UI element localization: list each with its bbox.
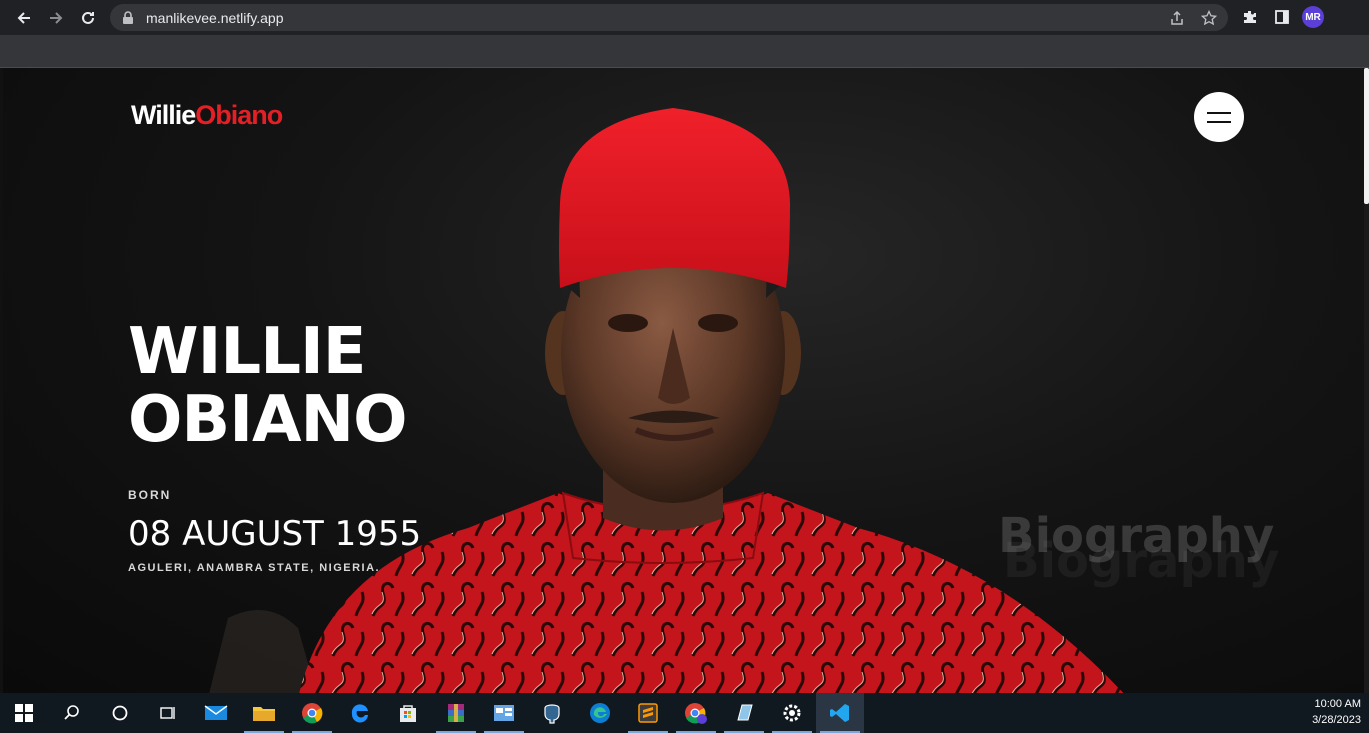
winrar-icon[interactable] [432, 693, 480, 733]
section-watermark: Biography [998, 508, 1275, 564]
file-explorer-icon[interactable] [240, 693, 288, 733]
edge-legacy-icon[interactable] [336, 693, 384, 733]
search-icon[interactable] [48, 693, 96, 733]
forward-icon[interactable] [40, 2, 72, 34]
extensions-icon[interactable] [1238, 2, 1262, 32]
hero-title: WILLIE OBIANO [128, 318, 407, 454]
system-clock[interactable]: 10:00 AM 3/28/2023 [1312, 696, 1361, 728]
lock-icon[interactable] [122, 10, 138, 26]
reload-icon[interactable] [72, 2, 104, 34]
address-bar[interactable]: manlikevee.netlify.app [110, 4, 1228, 31]
clock-time: 10:00 AM [1314, 698, 1361, 710]
edge-icon[interactable] [576, 693, 624, 733]
born-place: AGULERI, ANAMBRA STATE, NIGERIA. [128, 562, 381, 574]
born-label: BORN [128, 488, 172, 502]
notepad-icon[interactable] [720, 693, 768, 733]
side-panel-icon[interactable] [1270, 2, 1294, 32]
menu-icon-line [1207, 111, 1231, 114]
page-scrollbar[interactable] [1364, 68, 1369, 693]
mail-icon[interactable] [192, 693, 240, 733]
windows-start-icon[interactable] [0, 693, 48, 733]
hero-title-line1: WILLIE [128, 315, 366, 389]
menu-icon-line [1207, 120, 1231, 123]
store-icon[interactable] [384, 693, 432, 733]
clock-date: 3/28/2023 [1312, 714, 1361, 726]
scrollbar-thumb[interactable] [1364, 68, 1369, 204]
vscode-icon[interactable] [816, 693, 864, 733]
logo-last-name: Obiano [195, 100, 283, 130]
chrome-icon[interactable] [288, 693, 336, 733]
born-date: 08 AUGUST 1955 [128, 514, 422, 554]
hamburger-menu-button[interactable] [1194, 92, 1244, 142]
settings-icon[interactable] [768, 693, 816, 733]
task-view-icon[interactable] [144, 693, 192, 733]
share-icon[interactable] [1166, 7, 1188, 29]
profile-avatar[interactable]: MR [1302, 6, 1324, 28]
sublime-icon[interactable] [624, 693, 672, 733]
browser-toolbar: manlikevee.netlify.app MR [0, 0, 1369, 35]
url-text[interactable]: manlikevee.netlify.app [146, 10, 283, 26]
cortana-icon[interactable] [96, 693, 144, 733]
back-icon[interactable] [8, 2, 40, 34]
hero-title-line2: OBIANO [128, 383, 407, 457]
chrome-profile-icon[interactable] [672, 693, 720, 733]
logo-first-name: Willie [131, 100, 196, 130]
site-logo[interactable]: WillieObiano [131, 100, 283, 131]
page-content: WillieObiano WILLIE OBIANO BORN 08 AUGUS… [3, 68, 1364, 693]
control-panel-icon[interactable] [480, 693, 528, 733]
windows-taskbar: 10:00 AM 3/28/2023 [0, 693, 1369, 733]
bookmarks-bar [0, 35, 1369, 68]
postgres-icon[interactable] [528, 693, 576, 733]
star-icon[interactable] [1198, 7, 1220, 29]
